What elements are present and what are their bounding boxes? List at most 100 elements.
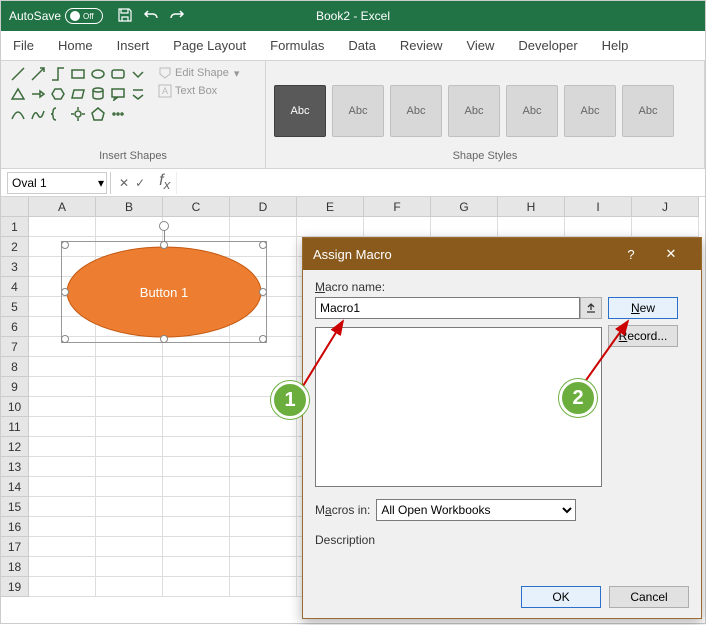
resize-handle[interactable] — [61, 288, 69, 296]
rotate-handle[interactable] — [159, 221, 169, 231]
row-header[interactable]: 7 — [1, 337, 29, 357]
record-button[interactable]: Record... — [608, 325, 678, 347]
style-swatch-5[interactable]: Abc — [506, 85, 558, 137]
cell[interactable] — [29, 577, 96, 597]
tab-review[interactable]: Review — [398, 34, 445, 57]
cancel-button[interactable]: Cancel — [609, 586, 689, 608]
row-header[interactable]: 3 — [1, 257, 29, 277]
row-header[interactable]: 9 — [1, 377, 29, 397]
style-swatch-4[interactable]: Abc — [448, 85, 500, 137]
cell[interactable] — [29, 457, 96, 477]
shape-hexagon-icon[interactable] — [49, 85, 67, 103]
cell[interactable] — [96, 457, 163, 477]
gallery-dropdown-icon[interactable] — [129, 65, 147, 83]
shape-line-arrow-icon[interactable] — [29, 65, 47, 83]
help-button[interactable]: ? — [611, 247, 651, 262]
cell[interactable] — [230, 417, 297, 437]
cell[interactable] — [163, 497, 230, 517]
cell[interactable] — [96, 557, 163, 577]
cell[interactable] — [96, 477, 163, 497]
cell[interactable] — [96, 517, 163, 537]
cell[interactable] — [29, 377, 96, 397]
cell[interactable] — [29, 397, 96, 417]
save-icon[interactable] — [117, 7, 133, 26]
row-header[interactable]: 14 — [1, 477, 29, 497]
col-header[interactable]: D — [230, 197, 297, 217]
cell[interactable] — [96, 357, 163, 377]
ok-button[interactable]: OK — [521, 586, 601, 608]
shape-pentagon-icon[interactable] — [89, 105, 107, 123]
shape-oval-icon[interactable] — [89, 65, 107, 83]
col-header[interactable]: J — [632, 197, 699, 217]
autosave-toggle[interactable]: AutoSave Off — [9, 8, 103, 24]
row-header[interactable]: 16 — [1, 517, 29, 537]
cell[interactable] — [163, 477, 230, 497]
new-button[interactable]: New — [608, 297, 678, 319]
cell[interactable] — [230, 477, 297, 497]
col-header[interactable]: F — [364, 197, 431, 217]
col-header[interactable]: C — [163, 197, 230, 217]
cell[interactable] — [230, 517, 297, 537]
tab-home[interactable]: Home — [56, 34, 95, 57]
accept-entry-icon[interactable]: ✓ — [135, 176, 145, 190]
shape-brace-icon[interactable] — [49, 105, 67, 123]
name-box[interactable]: Oval 1 ▾ — [7, 172, 107, 194]
col-header[interactable]: B — [96, 197, 163, 217]
shape-oval-button1[interactable]: Button 1 — [65, 245, 263, 339]
row-header[interactable]: 18 — [1, 557, 29, 577]
resize-handle[interactable] — [61, 335, 69, 343]
cell[interactable] — [29, 417, 96, 437]
row-header[interactable]: 1 — [1, 217, 29, 237]
cell[interactable] — [29, 217, 96, 237]
style-swatch-3[interactable]: Abc — [390, 85, 442, 137]
cell[interactable] — [96, 497, 163, 517]
cancel-entry-icon[interactable]: ✕ — [119, 176, 129, 190]
cell[interactable] — [29, 517, 96, 537]
shape-rect-icon[interactable] — [69, 65, 87, 83]
close-button[interactable]: ✕ — [651, 246, 691, 262]
dialog-titlebar[interactable]: Assign Macro ? ✕ — [303, 238, 701, 270]
resize-handle[interactable] — [259, 241, 267, 249]
cell[interactable] — [364, 217, 431, 237]
row-header[interactable]: 6 — [1, 317, 29, 337]
cell[interactable] — [230, 217, 297, 237]
style-swatch-2[interactable]: Abc — [332, 85, 384, 137]
cell[interactable] — [431, 217, 498, 237]
cell[interactable] — [29, 557, 96, 577]
tab-help[interactable]: Help — [600, 34, 631, 57]
tab-formulas[interactable]: Formulas — [268, 34, 326, 57]
select-all-corner[interactable] — [1, 197, 29, 217]
shape-triangle-icon[interactable] — [9, 85, 27, 103]
macros-in-select[interactable]: All Open Workbooks — [376, 499, 576, 521]
cell[interactable] — [96, 417, 163, 437]
cell[interactable] — [163, 437, 230, 457]
shape-styles-gallery[interactable]: Abc Abc Abc Abc Abc Abc Abc — [274, 85, 674, 137]
row-header[interactable]: 15 — [1, 497, 29, 517]
row-header[interactable]: 17 — [1, 537, 29, 557]
shape-arrow-icon[interactable] — [29, 85, 47, 103]
cell[interactable] — [163, 557, 230, 577]
style-swatch-1[interactable]: Abc — [274, 85, 326, 137]
shape-sun-icon[interactable] — [69, 105, 87, 123]
cell[interactable] — [29, 437, 96, 457]
cell[interactable] — [29, 537, 96, 557]
cell[interactable] — [163, 577, 230, 597]
shape-line-icon[interactable] — [9, 65, 27, 83]
cell[interactable] — [230, 357, 297, 377]
resize-handle[interactable] — [160, 241, 168, 249]
toggle-switch[interactable]: Off — [65, 8, 103, 24]
cell[interactable] — [297, 217, 364, 237]
cell[interactable] — [163, 357, 230, 377]
row-header[interactable]: 10 — [1, 397, 29, 417]
cell[interactable] — [96, 377, 163, 397]
col-header[interactable]: G — [431, 197, 498, 217]
cell[interactable] — [230, 497, 297, 517]
row-header[interactable]: 19 — [1, 577, 29, 597]
cell[interactable] — [163, 397, 230, 417]
col-header[interactable]: H — [498, 197, 565, 217]
shapes-gallery[interactable] — [9, 65, 147, 150]
cell[interactable] — [632, 217, 699, 237]
tab-developer[interactable]: Developer — [516, 34, 579, 57]
cell[interactable] — [163, 377, 230, 397]
row-header[interactable]: 12 — [1, 437, 29, 457]
